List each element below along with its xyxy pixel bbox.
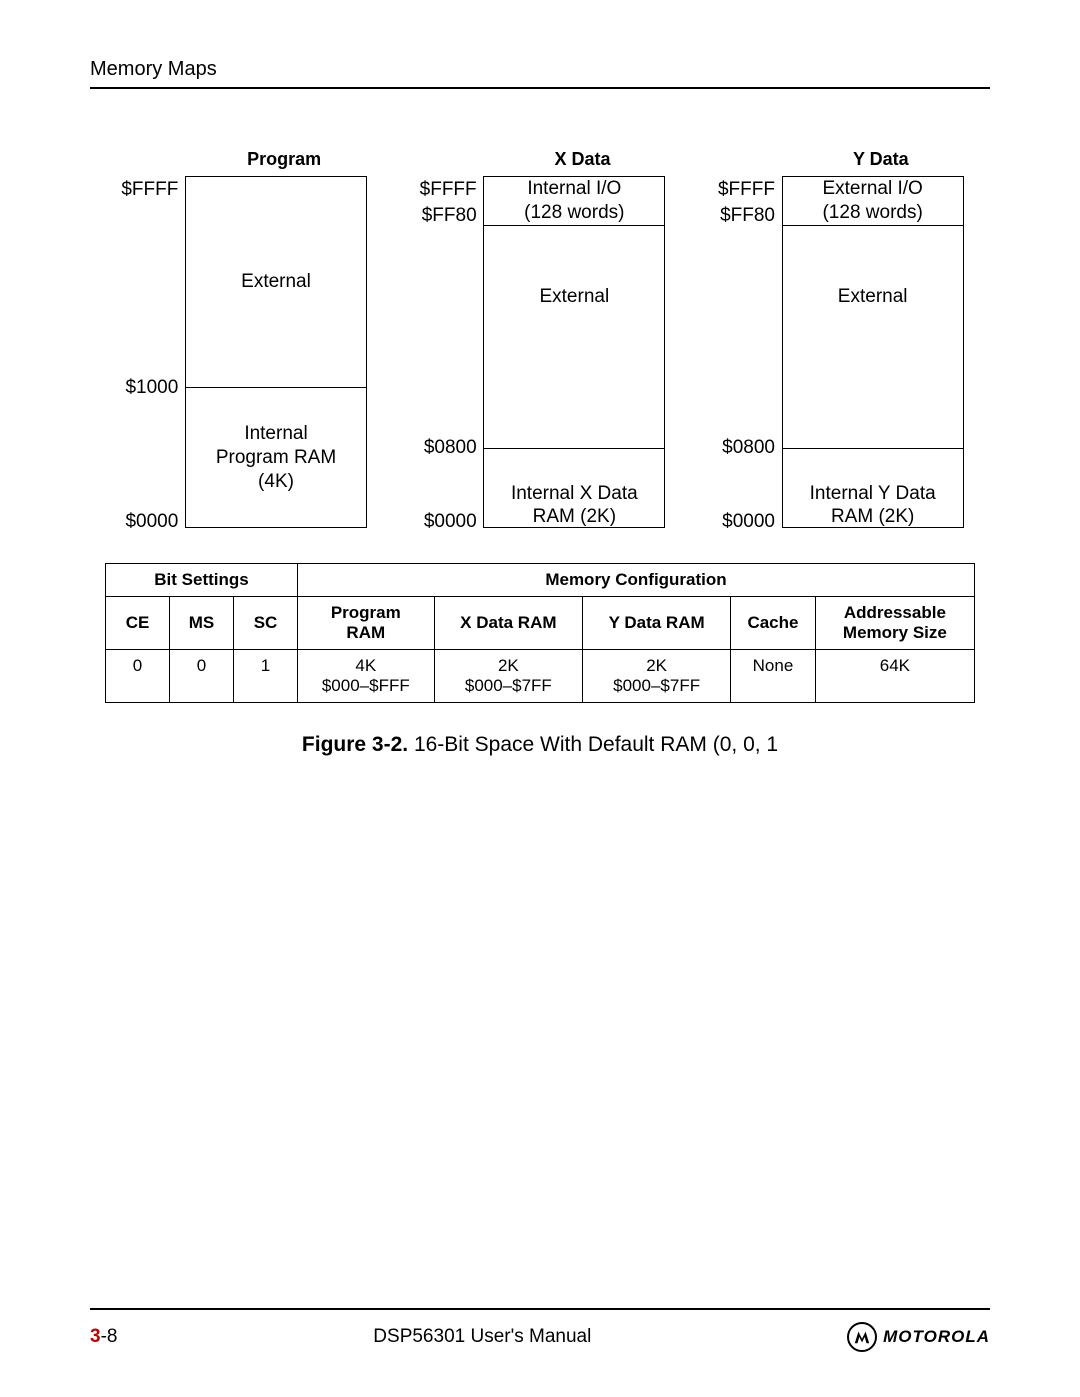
- th-yram: Y Data RAM: [583, 597, 731, 650]
- program-internal-seg: Internal Program RAM (4K): [186, 388, 366, 528]
- addr-label: $0000: [98, 511, 178, 533]
- td-yram1: 2K: [646, 656, 667, 675]
- figure-caption: Figure 3-2. 16-Bit Space With Default RA…: [90, 733, 990, 757]
- addr-label: $FFFF: [98, 179, 178, 201]
- xdata-ext: External: [539, 285, 609, 309]
- memory-map-diagrams: Program External Internal Program RAM (4…: [115, 149, 990, 528]
- td-xram1: 2K: [498, 656, 519, 675]
- td-addr: 64K: [815, 650, 974, 703]
- td-yram2: $000–$7FF: [613, 676, 700, 695]
- xdata-io-seg: Internal I/O (128 words): [484, 177, 664, 226]
- th-addr-size: Addressable Memory Size: [815, 597, 974, 650]
- ydata-box: External I/O (128 words) External Intern…: [782, 176, 964, 528]
- xdata-io1: Internal I/O: [527, 177, 621, 201]
- th-pram2: RAM: [346, 623, 385, 642]
- td-ce: 0: [106, 650, 170, 703]
- th-ms: MS: [170, 597, 234, 650]
- program-int3: (4K): [258, 470, 294, 494]
- xdata-external-seg: External: [484, 226, 664, 449]
- table-row: CE MS SC Program RAM X Data RAM Y Data R…: [106, 597, 975, 650]
- th-sc: SC: [234, 597, 298, 650]
- th-xram: X Data RAM: [434, 597, 583, 650]
- brand-name: MOTOROLA: [883, 1327, 990, 1347]
- ydata-io2: (128 words): [822, 201, 922, 225]
- xdata-title: X Data: [473, 149, 691, 170]
- td-sc: 1: [234, 650, 298, 703]
- td-xram2: $000–$7FF: [465, 676, 552, 695]
- program-int1: Internal: [244, 422, 307, 446]
- ydata-column: Y Data External I/O (128 words) External…: [712, 149, 990, 528]
- th-bit-settings: Bit Settings: [106, 564, 298, 597]
- addr-label: $0800: [397, 437, 477, 459]
- page-footer: 3-8 DSP56301 User's Manual MOTOROLA: [90, 1300, 990, 1352]
- memory-config-table: Bit Settings Memory Configuration CE MS …: [105, 563, 975, 703]
- xdata-internal-seg: Internal X Data RAM (2K): [484, 449, 664, 539]
- addr-label: $FFFF: [695, 179, 775, 201]
- ydata-internal-seg: Internal Y Data RAM (2K): [783, 449, 963, 539]
- xdata-box: Internal I/O (128 words) External Intern…: [483, 176, 665, 528]
- xdata-int1: Internal X Data: [511, 482, 638, 506]
- th-addr1: Addressable: [844, 603, 946, 622]
- td-ms: 0: [170, 650, 234, 703]
- brand: MOTOROLA: [847, 1322, 990, 1352]
- td-pram2: $000–$FFF: [322, 676, 410, 695]
- ydata-io-seg: External I/O (128 words): [783, 177, 963, 226]
- td-cache: None: [731, 650, 816, 703]
- page-suffix: -8: [101, 1326, 118, 1347]
- addr-label: $1000: [98, 377, 178, 399]
- ydata-int2: RAM (2K): [831, 505, 914, 529]
- table-row: Bit Settings Memory Configuration: [106, 564, 975, 597]
- chapter-number: 3: [90, 1326, 101, 1347]
- program-external-seg: External: [186, 177, 366, 388]
- footer-rule: [90, 1308, 990, 1310]
- program-title: Program: [175, 149, 393, 170]
- program-int2: Program RAM: [216, 446, 336, 470]
- ydata-title: Y Data: [772, 149, 990, 170]
- th-pram1: Program: [331, 603, 401, 622]
- table-row: 0 0 1 4K $000–$FFF 2K $000–$7FF 2K $000–…: [106, 650, 975, 703]
- th-ce: CE: [106, 597, 170, 650]
- section-header: Memory Maps: [90, 58, 990, 81]
- td-pram1: 4K: [355, 656, 376, 675]
- ydata-io1: External I/O: [822, 177, 922, 201]
- program-external-label: External: [241, 270, 311, 294]
- td-xram: 2K $000–$7FF: [434, 650, 583, 703]
- ydata-int1: Internal Y Data: [810, 482, 936, 506]
- xdata-column: X Data Internal I/O (128 words) External…: [413, 149, 691, 528]
- addr-label: $FFFF: [397, 179, 477, 201]
- xdata-int2: RAM (2K): [533, 505, 616, 529]
- addr-label: $FF80: [695, 205, 775, 227]
- program-box: External Internal Program RAM (4K): [185, 176, 367, 528]
- ydata-external-seg: External: [783, 226, 963, 449]
- addr-label: $0800: [695, 437, 775, 459]
- addr-label: $0000: [695, 511, 775, 533]
- th-cache: Cache: [731, 597, 816, 650]
- td-pram: 4K $000–$FFF: [298, 650, 435, 703]
- manual-title: DSP56301 User's Manual: [373, 1326, 591, 1348]
- addr-label: $FF80: [397, 205, 477, 227]
- motorola-logo-icon: [847, 1322, 877, 1352]
- ydata-ext: External: [838, 285, 908, 309]
- header-rule: [90, 87, 990, 89]
- th-program-ram: Program RAM: [298, 597, 435, 650]
- td-yram: 2K $000–$7FF: [583, 650, 731, 703]
- addr-label: $0000: [397, 511, 477, 533]
- figure-label: Figure 3-2.: [302, 733, 408, 756]
- page-number: 3-8: [90, 1326, 117, 1348]
- program-column: Program External Internal Program RAM (4…: [115, 149, 393, 528]
- th-addr2: Memory Size: [843, 623, 947, 642]
- xdata-io2: (128 words): [524, 201, 624, 225]
- figure-text: 16-Bit Space With Default RAM (0, 0, 1: [408, 733, 778, 756]
- th-memory-config: Memory Configuration: [298, 564, 975, 597]
